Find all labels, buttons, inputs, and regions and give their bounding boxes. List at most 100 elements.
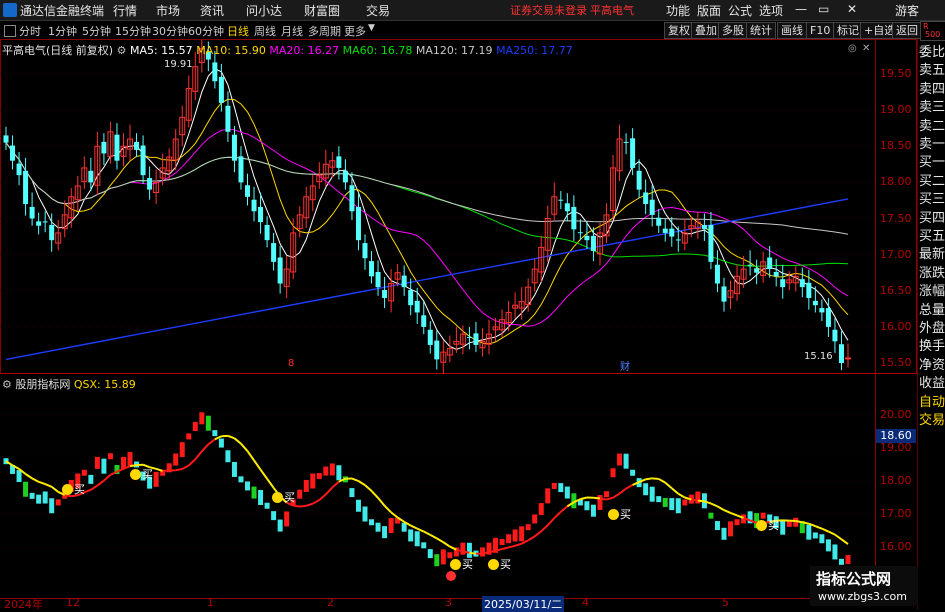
toggle-box-icon[interactable] [4, 25, 16, 37]
stats-button[interactable]: 统计 [746, 22, 776, 39]
smiley-icon [62, 484, 73, 495]
sidebar-item-4[interactable]: 卖二 [919, 118, 945, 136]
event-mark-finance[interactable]: 财 [620, 358, 630, 373]
sidebar-item-17[interactable]: 净资 [919, 357, 945, 375]
period-more[interactable]: 更多 [344, 23, 366, 39]
chart-title: 平高电气(日线 前复权) [2, 44, 113, 57]
sidebar-item-15[interactable]: 外盘 [919, 320, 945, 338]
candle-body [134, 142, 139, 150]
menu-item-market[interactable]: 市场 [156, 2, 180, 19]
guest-user[interactable]: 游客 [895, 2, 919, 19]
period-1min[interactable]: 1分钟 [48, 23, 77, 39]
sidebar-item-5[interactable]: 卖一 [919, 136, 945, 154]
sidebar-item-0[interactable]: 委比 [919, 44, 945, 62]
menu-item-formula[interactable]: 公式 [728, 2, 752, 19]
sidebar-item-7[interactable]: 买二 [919, 173, 945, 191]
watermark-title: 指标公式网 [816, 568, 891, 589]
qsx-line-segment [450, 547, 457, 550]
login-notice[interactable]: 证券交易未登录 [510, 2, 587, 18]
sidebar-item-10[interactable]: 买五 [919, 228, 945, 246]
f10-button[interactable]: F10 [806, 22, 834, 39]
period-multi[interactable]: 多周期 [308, 23, 341, 39]
sidebar-item-19[interactable]: 自动 [919, 394, 945, 412]
indicator-settings-icon[interactable]: ⚙ [2, 378, 12, 391]
menu-item-hq[interactable]: 行情 [113, 2, 137, 19]
period-5min[interactable]: 5分钟 [82, 23, 111, 39]
sidebar-item-13[interactable]: 涨幅 [919, 283, 945, 301]
y-tick-upper: 16.00 [880, 320, 912, 333]
menu-item-trade[interactable]: 交易 [366, 2, 390, 19]
indicator-bar [708, 513, 713, 519]
indicator-bar [212, 430, 217, 436]
menu-item-layout[interactable]: 版面 [697, 2, 721, 19]
menu-item-wealth[interactable]: 财富圈 [304, 2, 340, 19]
sidebar-item-2[interactable]: 卖四 [919, 81, 945, 99]
sidebar-item-14[interactable]: 总量 [919, 302, 945, 320]
period-15min[interactable]: 15分钟 [115, 23, 151, 39]
buy-signal-marker[interactable]: 买 [608, 506, 631, 522]
close-icon[interactable]: ✕ [847, 2, 857, 16]
buy-signal-marker[interactable]: 买 [450, 556, 473, 572]
qsx-line-segment [424, 532, 431, 535]
buy-signal-marker[interactable]: 买 [62, 481, 85, 497]
period-tick[interactable]: 分时 [19, 23, 41, 39]
ma5-line [6, 69, 848, 349]
back-button[interactable]: 返回 [892, 22, 922, 39]
mark-button[interactable]: 标记 [833, 22, 863, 39]
adjust-button[interactable]: 复权 [664, 22, 694, 39]
menu-item-ask[interactable]: 问小达 [246, 2, 282, 19]
overlay-button[interactable]: 叠加 [691, 22, 721, 39]
qsx-line-segment [39, 482, 46, 484]
indicator-bar [252, 487, 257, 499]
indicator-bar [682, 499, 687, 505]
candle-body [708, 225, 713, 262]
qsx-label: QSX: 15.89 [74, 378, 136, 391]
period-30min[interactable]: 30分钟 [152, 23, 188, 39]
y-tick-upper: 17.00 [880, 248, 912, 261]
period-daily[interactable]: 日线 [227, 23, 249, 39]
chart-area[interactable] [0, 39, 917, 609]
sidebar-item-6[interactable]: 买一 [919, 154, 945, 172]
qsx-line-segment [391, 512, 398, 517]
buy-signal-marker[interactable]: 买 [130, 466, 153, 482]
menu-item-news[interactable]: 资讯 [200, 2, 224, 19]
r-indicator-box[interactable]: R 500 [920, 21, 945, 41]
draw-line-button[interactable]: 画线 [777, 22, 807, 39]
candle-body [252, 200, 257, 212]
settings-gear-icon[interactable]: ⚙ [117, 44, 127, 57]
sell-signal-ball-icon[interactable] [446, 571, 456, 581]
buy-signal-marker[interactable]: 买 [488, 556, 511, 572]
sidebar-item-12[interactable]: 涨跌 [919, 265, 945, 283]
period-60min[interactable]: 60分钟 [188, 23, 224, 39]
sidebar-item-8[interactable]: 买三 [919, 191, 945, 209]
restore-icon[interactable]: ▭ [818, 2, 829, 16]
sidebar-item-9[interactable]: 买四 [919, 210, 945, 228]
indicator-bar [154, 472, 159, 487]
buy-signal-marker[interactable]: 买 [272, 489, 295, 505]
menu-item-function[interactable]: 功能 [666, 2, 690, 19]
panel-close-icon[interactable]: ✕ [862, 43, 870, 54]
chevron-down-icon[interactable]: ▼ [368, 23, 375, 33]
sidebar-item-18[interactable]: 收益 [919, 375, 945, 393]
event-mark-8[interactable]: 8 [288, 358, 294, 369]
candle-body [578, 232, 583, 233]
sidebar-item-20[interactable]: 交易 [919, 412, 945, 430]
panel-collapse-icon[interactable]: ◎ [848, 43, 857, 54]
buy-signal-marker[interactable]: 买 [756, 517, 779, 533]
candle-body [774, 272, 779, 276]
minimize-icon[interactable]: — [795, 2, 807, 16]
multi-stock-button[interactable]: 多股 [718, 22, 748, 39]
sidebar-item-11[interactable]: 最新 [919, 246, 945, 264]
buy-label: 买 [142, 468, 153, 481]
period-monthly[interactable]: 月线 [281, 23, 303, 39]
indicator-bar [310, 474, 315, 489]
low-price-label: 15.16 [804, 351, 833, 362]
sidebar-item-16[interactable]: 换手 [919, 338, 945, 356]
period-weekly[interactable]: 周线 [254, 23, 276, 39]
sidebar-item-1[interactable]: 卖五 [919, 62, 945, 80]
menu-item-options[interactable]: 选项 [759, 2, 783, 19]
sidebar-item-3[interactable]: 卖三 [919, 99, 945, 117]
indicator-bar [846, 555, 851, 564]
candle-body [630, 138, 635, 168]
qsx-line-segment [626, 485, 633, 489]
